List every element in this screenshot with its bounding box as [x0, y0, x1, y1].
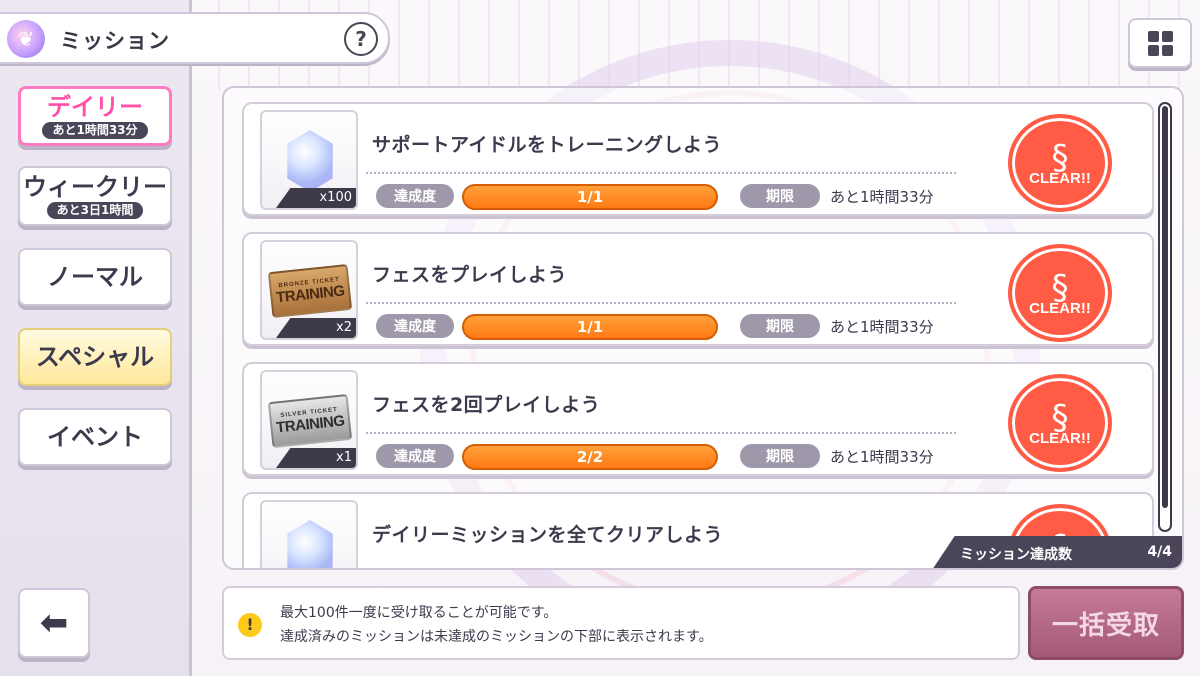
deadline-value: あと1時間33分	[830, 188, 934, 206]
help-button[interactable]: ?	[344, 22, 378, 56]
tab-weekly-label: ウィークリー	[23, 172, 167, 201]
clear-stamp-text: CLEAR!!	[1029, 429, 1091, 447]
reward-item[interactable]: x100	[260, 110, 358, 210]
mission-count-value: 4/4	[1147, 544, 1172, 560]
back-arrow-icon: ⬅	[39, 603, 69, 643]
tab-daily-timer: あと1時間33分	[42, 121, 148, 139]
silver-ticket-icon: SILVER TICKET TRAINING	[267, 393, 353, 449]
progress-label: 達成度	[376, 184, 454, 208]
mission-card: SILVER TICKET TRAINING x1 フェスを2回プレイしよう 達…	[242, 362, 1154, 476]
tab-normal-label: ノーマル	[47, 263, 143, 291]
claim-all-button[interactable]: 一括受取	[1028, 586, 1184, 660]
progress-label: 達成度	[376, 444, 454, 468]
warning-icon: !	[238, 613, 262, 637]
divider	[366, 302, 956, 304]
back-button[interactable]: ⬅	[18, 588, 90, 658]
mission-icon: ❦	[7, 20, 45, 58]
divider	[366, 172, 956, 174]
info-line-2: 達成済みのミッションは未達成のミッションの下部に表示されます。	[280, 629, 713, 645]
tab-event[interactable]: イベント	[18, 408, 172, 466]
tab-daily-label: デイリー	[47, 92, 143, 121]
reward-item[interactable]: SILVER TICKET TRAINING x1	[260, 370, 358, 470]
deadline-label: 期限	[740, 314, 820, 338]
gem-icon	[287, 130, 333, 192]
mission-card: BRONZE TICKET TRAINING x2 フェスをプレイしよう 達成度…	[242, 232, 1154, 346]
mission-title: デイリーミッションを全てクリアしよう	[372, 524, 724, 546]
reward-item[interactable]: BRONZE TICKET TRAINING x2	[260, 240, 358, 340]
mission-list: x100 サポートアイドルをトレーニングしよう 達成度 1/1 期限 あと1時間…	[222, 86, 1184, 570]
reward-item[interactable]	[260, 500, 358, 568]
clear-stamp: § CLEAR!!	[1008, 374, 1112, 472]
mission-count-badge: ミッション達成数 4/4	[932, 536, 1182, 568]
tab-weekly[interactable]: ウィークリー あと3日1時間	[18, 166, 172, 226]
tab-normal[interactable]: ノーマル	[18, 248, 172, 306]
info-box: ! 最大100件一度に受け取ることが可能です。 達成済みのミッションは未達成のミ…	[222, 586, 1020, 660]
mission-title: サポートアイドルをトレーニングしよう	[372, 134, 723, 156]
progress-label: 達成度	[376, 314, 454, 338]
deadline-label: 期限	[740, 184, 820, 208]
gem-icon	[287, 520, 333, 568]
tab-event-label: イベント	[47, 423, 143, 451]
grid-menu-button[interactable]	[1128, 18, 1192, 68]
tab-special-label: スペシャル	[35, 343, 155, 371]
progress-bar: 1/1	[462, 184, 718, 210]
deadline-value: あと1時間33分	[830, 318, 934, 336]
header-bar: ❦ ミッション ?	[0, 12, 390, 64]
divider	[366, 432, 956, 434]
tab-weekly-timer: あと3日1時間	[46, 201, 144, 219]
info-line-1: 最大100件一度に受け取ることが可能です。	[280, 605, 558, 621]
clear-stamp-text: CLEAR!!	[1029, 299, 1091, 317]
progress-bar: 1/1	[462, 314, 718, 340]
deadline-value: あと1時間33分	[830, 448, 934, 466]
mission-title: フェスを2回プレイしよう	[372, 394, 601, 416]
scrollbar-thumb[interactable]	[1162, 106, 1168, 508]
tab-daily[interactable]: デイリー あと1時間33分	[18, 86, 172, 146]
mission-card: x100 サポートアイドルをトレーニングしよう 達成度 1/1 期限 あと1時間…	[242, 102, 1154, 216]
grid-menu-icon	[1147, 30, 1159, 42]
tab-special[interactable]: スペシャル	[18, 328, 172, 386]
mission-title: フェスをプレイしよう	[372, 264, 568, 286]
deadline-label: 期限	[740, 444, 820, 468]
progress-bar: 2/2	[462, 444, 718, 470]
clear-stamp-text: CLEAR!!	[1029, 169, 1091, 187]
bronze-ticket-icon: BRONZE TICKET TRAINING	[267, 263, 353, 319]
clear-stamp: § CLEAR!!	[1008, 244, 1112, 342]
reward-quantity: x2	[276, 318, 356, 338]
clear-stamp: § CLEAR!!	[1008, 114, 1112, 212]
reward-quantity: x1	[276, 448, 356, 468]
mission-count-label: ミッション達成数	[960, 547, 1072, 563]
scrollbar[interactable]	[1158, 102, 1172, 532]
reward-quantity: x100	[276, 188, 356, 208]
page-title: ミッション	[60, 29, 170, 53]
